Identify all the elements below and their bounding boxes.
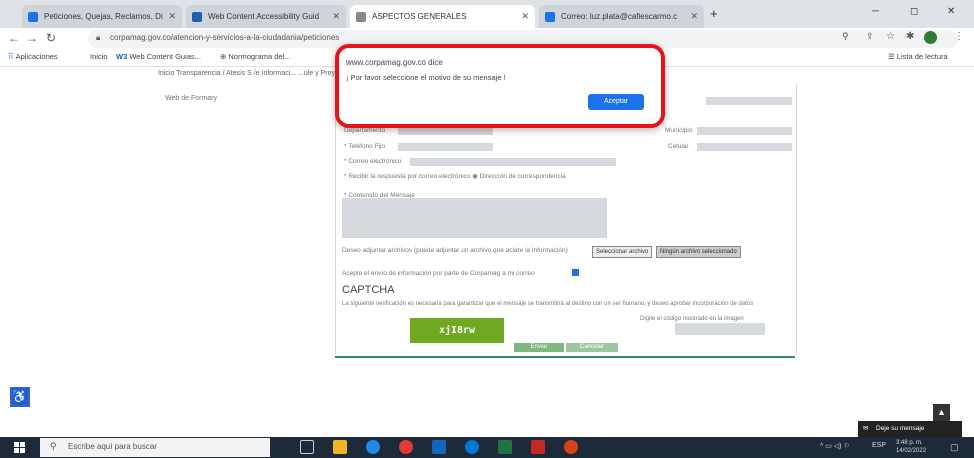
teams-icon[interactable] [465,440,479,454]
language-indicator[interactable]: ESP [872,442,886,449]
label-telefono: * Teléfono Fijo [344,143,386,150]
municipio-select[interactable] [697,127,792,135]
captcha-label: Digite el código mostrado en la imagen [640,316,744,322]
medio-respuesta-radio[interactable]: * Recibir la respuesta por correo electr… [344,172,566,180]
bookmark-wcag[interactable]: W3 Web Content Guias... [116,52,201,61]
sidebar-label[interactable]: Web de Formary [165,95,217,102]
favicon-icon [192,12,202,22]
acepto-checkbox[interactable] [572,269,579,276]
favicon-icon [545,12,555,22]
taskbar-search-placeholder: Escribe aquí para buscar [68,442,157,451]
search-icon: ⚲ [50,441,57,451]
label-correo: * Correo electrónico [344,158,402,165]
close-icon[interactable]: ✕ [521,5,529,28]
dialog-message: ¡ Por favor seleccione el motivo de su m… [346,73,506,82]
edge-icon[interactable] [366,440,380,454]
notification-icon[interactable]: ▢ [950,442,959,453]
captcha-heading: CAPTCHA [342,284,395,296]
reading-list-icon: ☰ [888,52,897,61]
maximize-icon[interactable]: ◻ [910,6,918,17]
share-icon[interactable]: ⇪ [866,31,874,42]
label-adjuntar: Deseo adjuntar archivos (puede adjuntar … [342,247,568,254]
reload-icon[interactable]: ↻ [46,31,56,45]
captcha-image: xjI8rw [410,318,504,343]
bookmark-normograma[interactable]: ⊕ Normograma del... [220,52,290,61]
task-view-icon[interactable] [300,440,314,454]
captcha-input[interactable] [675,323,765,335]
minimize-icon[interactable]: ─ [872,6,879,17]
form-bottom-border [335,356,795,358]
windows-start-icon[interactable] [14,442,25,453]
reading-list[interactable]: ☰ Lista de lectura [888,52,948,61]
new-tab-button[interactable]: + [710,6,718,21]
cancelar-button[interactable]: Cancelar [566,343,618,352]
tab-correo[interactable]: Correo: luz.plata@cafiescarmo.c ✕ [539,5,704,28]
file-explorer-icon[interactable] [333,440,347,454]
enviar-button[interactable]: Enviar [514,343,564,352]
accessibility-icon[interactable]: ♿ [10,387,30,407]
chat-icon: ✉ [863,425,869,432]
tab-aspectos-generales[interactable]: ASPECTOS GENERALES ✕ [350,5,535,28]
select-file-button[interactable]: Seleccionar archivo [592,246,653,258]
w3c-icon: W3 [116,52,130,61]
menu-icon[interactable]: ⋮ [954,31,964,42]
no-file-label: Ningún archivo seleccionado [656,246,741,258]
label-acepto: Acepto el envío de información por parte… [342,270,535,277]
captcha-description: La siguiente verificación es necesaria p… [342,301,754,307]
apps-icon: ⠿ [8,52,16,61]
correo-field[interactable] [410,158,616,166]
excel-icon[interactable] [498,440,512,454]
extensions-icon[interactable]: ✱ [906,31,914,42]
tab-label: Correo: luz.plata@cafiescarmo.c [561,12,678,21]
tab-label: Web Content Accessibility Guid [208,12,320,21]
chat-button[interactable]: ✉ Deje su mensaje [858,421,962,437]
outlook-icon[interactable] [432,440,446,454]
tab-label: Peticiones, Quejas, Reclamos, Di [44,12,163,21]
label-celular: Celular [668,143,689,150]
star-icon[interactable]: ☆ [886,31,895,42]
system-tray-icons[interactable]: ^ ▭ ◁) ⚐ [820,442,850,450]
bookmark-apps[interactable]: ⠿ Aplicaciones [8,52,58,61]
label-departamento: Departamento [344,127,386,134]
bookmark-inicio[interactable]: Inicio [90,52,108,61]
acrobat-icon[interactable] [531,440,545,454]
departamento-select[interactable] [398,127,493,135]
forward-icon[interactable]: → [26,31,38,45]
dialog-title: www.corpamag.gov.co dice [346,58,443,67]
time: 3:48 p. m. [896,440,923,446]
app-icon[interactable] [564,440,578,454]
close-icon[interactable]: ✕ [168,5,176,28]
top-right-field[interactable] [706,97,792,105]
close-icon[interactable]: ✕ [690,5,698,28]
label-municipio: Municipio [665,127,693,134]
mensaje-textarea[interactable] [342,198,607,238]
browser-tab-bar: Peticiones, Quejas, Reclamos, Di ✕ Web C… [0,0,974,28]
url-text: corpamag.gov.co/atencion-y-servicios-a-l… [110,33,340,42]
tab-wcag[interactable]: Web Content Accessibility Guid ✕ [186,5,346,28]
alert-dialog [335,44,665,128]
chrome-icon[interactable] [399,440,413,454]
search-icon[interactable]: ⚲ [842,31,849,42]
date: 14/02/2022 [896,448,927,454]
close-window-icon[interactable]: ✕ [947,6,955,17]
favicon-icon [356,12,366,22]
clock[interactable]: 3:48 p. m. 14/02/2022 [896,439,926,455]
lock-icon[interactable]: 🔒︎ [96,33,100,43]
tab-label: ASPECTOS GENERALES [372,12,467,21]
close-icon[interactable]: ✕ [332,5,340,28]
scroll-top-button[interactable]: ▲ [933,404,950,421]
celular-field[interactable] [697,143,792,151]
telefono-field[interactable] [398,143,493,151]
tab-peticiones[interactable]: Peticiones, Quejas, Reclamos, Di ✕ [22,5,182,28]
back-icon[interactable]: ← [8,31,20,45]
profile-avatar[interactable] [924,31,937,44]
favicon-icon [28,12,38,22]
accept-button[interactable]: Aceptar [588,94,644,110]
